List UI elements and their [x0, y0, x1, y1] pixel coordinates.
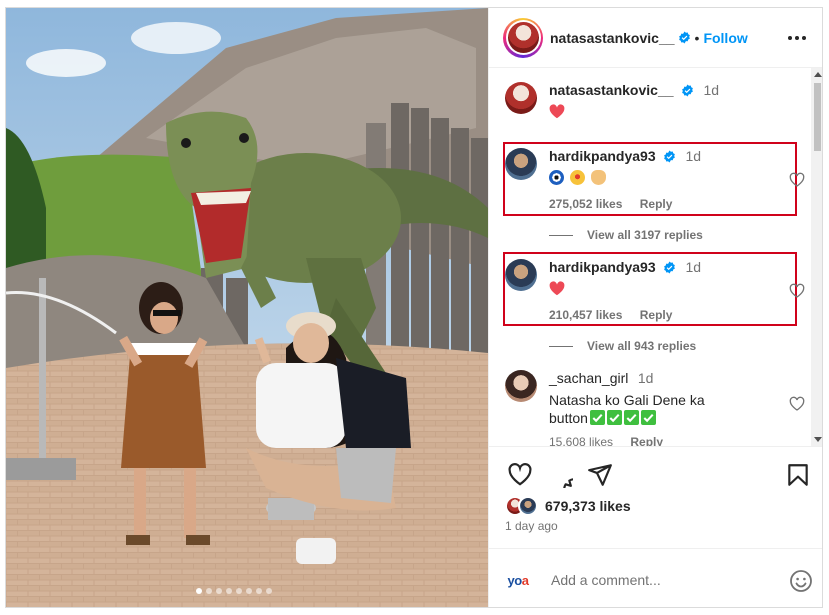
more-options-icon[interactable]: [785, 28, 809, 48]
ok-hand-icon: [590, 170, 606, 185]
scrollbar-thumb[interactable]: [814, 83, 821, 151]
save-bookmark-icon[interactable]: [785, 462, 811, 488]
comment-meta: 210,457 likes Reply: [549, 308, 789, 322]
comment-text: [549, 169, 789, 187]
emoji-smiley-icon[interactable]: [789, 569, 813, 593]
carousel-dot[interactable]: [206, 588, 212, 594]
avatar[interactable]: [505, 259, 537, 291]
avatar[interactable]: [505, 148, 537, 180]
comments-scrollbar[interactable]: [811, 68, 822, 446]
comment-username[interactable]: hardikpandya93: [549, 148, 656, 164]
comment-likes[interactable]: 275,052 likes: [549, 197, 622, 211]
comment-username[interactable]: _sachan_girl: [549, 370, 628, 386]
photo-illustration: [6, 8, 488, 607]
comment-text: Natasha ko Gali Dene ka button: [549, 391, 789, 427]
post-actions: [503, 460, 813, 490]
view-replies-button[interactable]: View all 3197 replies: [549, 228, 703, 242]
add-comment-bar: yo a: [503, 563, 813, 597]
carousel-dot[interactable]: [256, 588, 262, 594]
logo-text-a: yo: [507, 572, 523, 588]
divider: [489, 446, 822, 447]
comment-text: [549, 280, 789, 298]
carousel-dots: [196, 588, 272, 594]
share-paper-plane-icon[interactable]: [587, 462, 613, 488]
check-mark-icon: [606, 410, 622, 425]
replies-line: [549, 345, 573, 347]
comment-meta: 15,608 likes Reply: [549, 435, 789, 446]
like-comment-heart-icon[interactable]: [789, 283, 805, 299]
verified-badge-icon: [678, 31, 690, 44]
replies-line: [549, 234, 573, 236]
comment-username[interactable]: hardikpandya93: [549, 259, 656, 275]
comment-row: hardikpandya93 1d 210,457 likes Reply: [505, 259, 805, 322]
caption-text: [549, 103, 789, 121]
verified-badge-icon: [664, 261, 675, 274]
reply-button[interactable]: Reply: [630, 435, 663, 446]
comment-age[interactable]: 1d: [686, 259, 702, 275]
avatar[interactable]: [505, 370, 537, 402]
check-mark-icon: [640, 410, 656, 425]
author-avatar[interactable]: [507, 22, 539, 53]
follow-button[interactable]: Follow: [703, 30, 747, 46]
check-mark-icon: [623, 410, 639, 425]
caption-username[interactable]: natasastankovic__: [549, 82, 674, 98]
likes-row: 679,373 likes: [505, 496, 631, 516]
red-heart-icon: [549, 104, 565, 119]
caption-row: natasastankovic__ 1d: [505, 82, 795, 122]
caption-age[interactable]: 1d: [703, 82, 719, 98]
red-heart-icon: [549, 281, 565, 296]
view-replies-button[interactable]: View all 943 replies: [549, 339, 696, 353]
like-comment-heart-icon[interactable]: [789, 172, 805, 188]
post-header: natasastankovic__ • Follow: [489, 8, 822, 68]
comment-text-line-2: button: [549, 409, 789, 427]
scroll-up-arrow-icon[interactable]: [814, 72, 822, 77]
carousel-dot[interactable]: [236, 588, 242, 594]
author-username[interactable]: natasastankovic__: [550, 30, 675, 46]
post-sidebar: natasastankovic__ • Follow natasastankov…: [488, 8, 822, 607]
reply-button[interactable]: Reply: [640, 197, 673, 211]
avatar[interactable]: [505, 82, 537, 114]
divider: [489, 548, 822, 549]
comment-likes[interactable]: 210,457 likes: [549, 308, 622, 322]
check-mark-icons: [588, 410, 656, 426]
carousel-dot[interactable]: [226, 588, 232, 594]
comment-row: hardikpandya93 1d 275,052 likes Reply: [505, 148, 805, 211]
like-comment-heart-icon[interactable]: [789, 396, 805, 412]
comment-meta: 275,052 likes Reply: [549, 197, 789, 211]
post-likes-count[interactable]: 679,373 likes: [545, 498, 631, 514]
comment-age[interactable]: 1d: [686, 148, 702, 164]
comment-bubble-icon[interactable]: [547, 462, 573, 488]
comment-age[interactable]: 1d: [638, 370, 654, 386]
carousel-dot[interactable]: [266, 588, 272, 594]
verified-badge-icon: [682, 84, 693, 97]
nazar-amulet-icon: [549, 170, 564, 185]
comment-text-word: button: [549, 410, 588, 426]
comment-row: _sachan_girl 1d Natasha ko Gali Dene ka …: [505, 370, 805, 446]
comments-list[interactable]: natasastankovic__ 1d hardikpandya93 1d 2…: [489, 68, 822, 446]
star-struck-icon: [569, 170, 585, 185]
post-modal: natasastankovic__ • Follow natasastankov…: [5, 7, 823, 608]
carousel-dot[interactable]: [196, 588, 202, 594]
view-replies-label[interactable]: View all 3197 replies: [587, 228, 703, 242]
post-photo[interactable]: [6, 8, 488, 607]
reply-button[interactable]: Reply: [640, 308, 673, 322]
post-timestamp[interactable]: 1 day ago: [505, 519, 558, 533]
add-comment-input[interactable]: [551, 572, 761, 588]
carousel-dot[interactable]: [246, 588, 252, 594]
check-mark-icon: [589, 410, 605, 425]
liker-avatar[interactable]: [518, 496, 538, 516]
like-heart-icon[interactable]: [507, 462, 533, 488]
watermark-logo: yo a: [503, 568, 533, 592]
view-replies-label[interactable]: View all 943 replies: [587, 339, 696, 353]
author-avatar-ring[interactable]: [503, 17, 543, 58]
scroll-down-arrow-icon[interactable]: [814, 437, 822, 442]
comment-likes[interactable]: 15,608 likes: [549, 435, 613, 446]
verified-badge-icon: [664, 150, 675, 163]
liker-avatars[interactable]: [505, 496, 541, 516]
carousel-dot[interactable]: [216, 588, 222, 594]
header-separator: •: [694, 29, 700, 46]
logo-text-b: a: [521, 572, 529, 588]
comment-text-line: Natasha ko Gali Dene ka: [549, 392, 705, 408]
